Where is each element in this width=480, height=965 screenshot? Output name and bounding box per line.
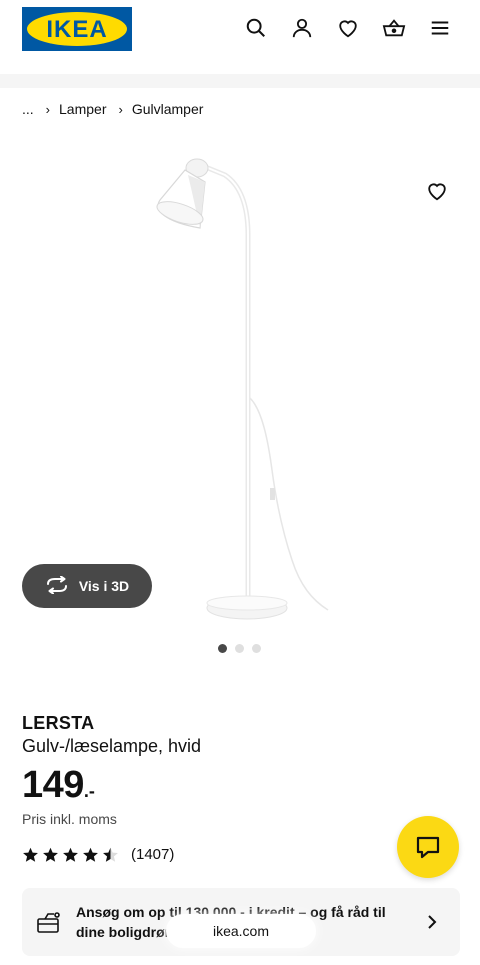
breadcrumb-item-lamper[interactable]: Lamper [59,101,106,117]
star-icon [63,847,78,862]
star-icon [83,847,98,862]
header-divider [0,74,480,88]
pagination-dot-1[interactable] [218,644,227,653]
product-image[interactable] [0,130,480,630]
review-count: (1407) [131,846,175,863]
price-amount: 149 [22,764,84,806]
product-name: LERSTA [22,713,95,733]
chevron-right-icon [424,913,440,931]
product-description: Gulv-/læselampe, hvid [22,736,202,756]
rating-stars [22,847,119,863]
rotate-3d-icon [45,575,69,597]
heart-icon[interactable] [336,16,360,40]
breadcrumb: ... › Lamper › Gulvlamper [22,101,203,117]
price-suffix: .- [83,781,95,801]
chat-icon [416,836,440,859]
star-icon [43,847,58,862]
pagination-dot-2[interactable] [235,644,244,653]
svg-text:IKEA: IKEA [46,16,107,43]
product-price: 149 .- [22,764,95,807]
credit-card-icon [36,910,62,936]
view-in-3d-label: Vis i 3D [78,578,130,594]
chevron-right-icon: › [45,101,51,117]
product-rating[interactable]: (1407) [22,846,174,863]
breadcrumb-item-gulvlamper[interactable]: Gulvlamper [132,101,204,117]
ikea-logo[interactable]: IKEA [22,7,132,51]
half-star-icon [103,847,118,862]
star-icon [23,847,38,862]
menu-icon[interactable] [428,16,452,40]
basket-icon[interactable] [382,16,406,40]
image-pagination [218,644,261,653]
chevron-right-icon: › [118,101,123,117]
search-icon[interactable] [244,16,268,40]
url-text: ikea.com [212,923,270,939]
add-to-favourites-icon[interactable] [426,180,450,204]
breadcrumb-root[interactable]: ... [22,101,34,117]
browser-url-bar[interactable]: ikea.com [166,914,316,948]
view-in-3d-button[interactable]: Vis i 3D [22,564,152,608]
pagination-dot-3[interactable] [252,644,261,653]
chat-button[interactable] [397,816,459,878]
site-header: IKEA [0,0,480,74]
account-icon[interactable] [290,16,314,40]
vat-note: Pris inkl. moms [22,811,117,827]
